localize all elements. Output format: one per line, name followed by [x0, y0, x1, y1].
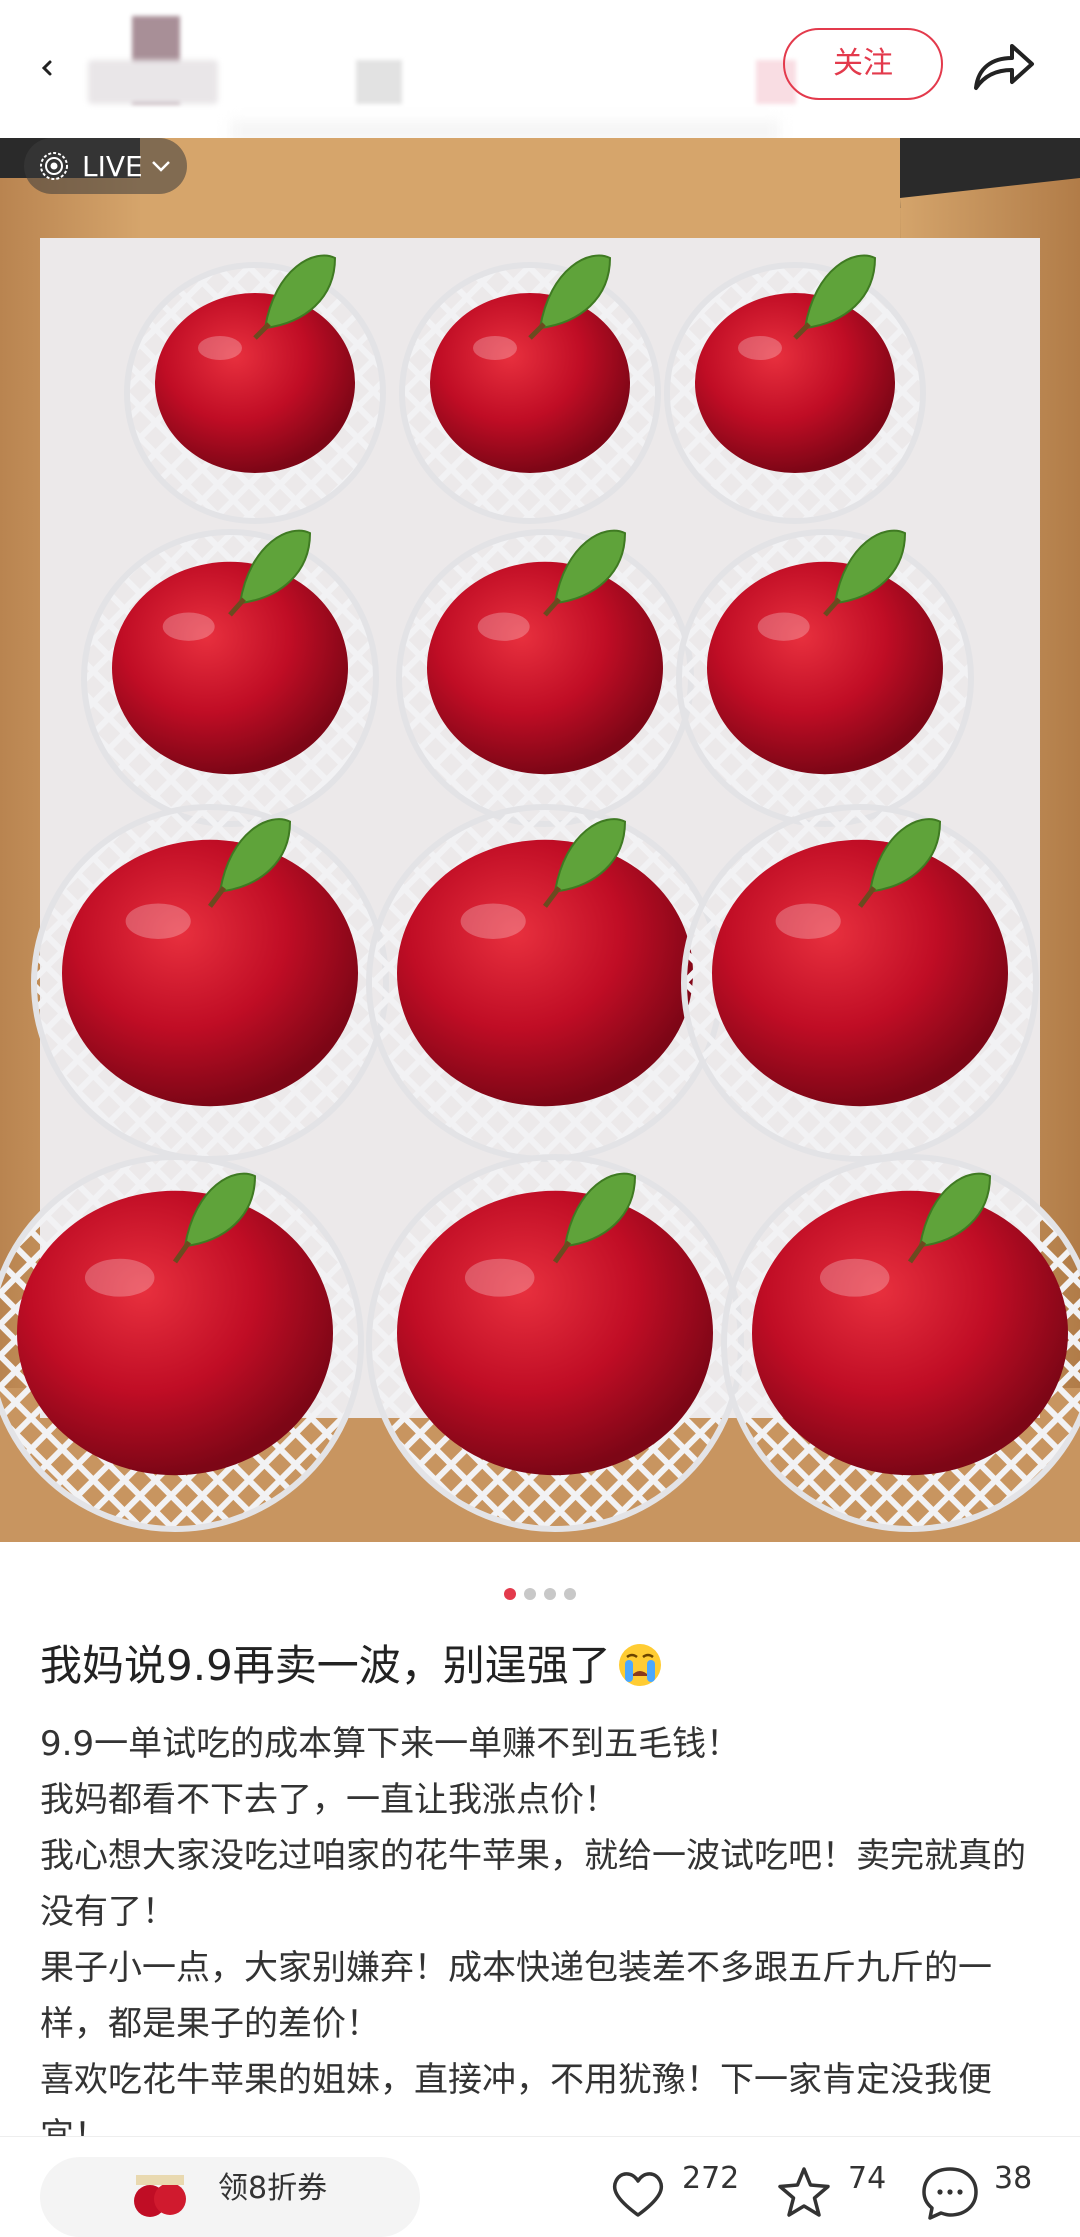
apple: [707, 561, 943, 775]
comment-bubble-icon: [922, 2167, 978, 2220]
top-nav-bar: 关注: [0, 0, 1080, 142]
apple-highlight: [460, 903, 526, 939]
apple: [397, 1190, 713, 1476]
apple-highlight: [125, 903, 191, 939]
apple-highlight: [473, 336, 517, 360]
apple-highlight: [819, 1258, 890, 1297]
apple-highlight: [775, 903, 841, 939]
heart-icon: [612, 2172, 664, 2217]
pager-dot: [544, 1588, 556, 1600]
redacted-block: [356, 60, 402, 104]
post-body-paragraph: 9.9一单试吃的成本算下来一单赚不到五毛钱！: [40, 1724, 741, 1764]
apple-highlight: [464, 1258, 535, 1297]
apple: [397, 839, 693, 1107]
apple: [17, 1190, 333, 1476]
apple-highlight: [738, 336, 782, 360]
chevron-left-icon[interactable]: [28, 48, 68, 88]
coupon-button[interactable]: 领8折券: [40, 2157, 420, 2237]
apple-highlight: [162, 612, 215, 641]
like-button[interactable]: 272: [606, 2161, 739, 2221]
apple: [155, 293, 355, 473]
share-arrow-icon[interactable]: [968, 34, 1038, 96]
live-icon: [40, 152, 68, 180]
apple-highlight: [198, 336, 242, 360]
post-photo[interactable]: LIVE: [0, 138, 1080, 1542]
collect-button[interactable]: 74: [772, 2161, 886, 2221]
post-body-paragraph: 我妈都看不下去了，一直让我涨点价！: [40, 1780, 618, 1820]
apple: [430, 293, 630, 473]
post-body: 9.9一单试吃的成本算下来一单赚不到五毛钱！ 我妈都看不下去了，一直让我涨点价！…: [40, 1716, 1050, 2136]
apple: [712, 839, 1008, 1107]
apple-highlight: [757, 612, 810, 641]
coupon-label: 领8折券: [218, 2171, 328, 2206]
apple: [112, 561, 348, 775]
pager-dot: [504, 1588, 516, 1600]
comment-count: 38: [994, 2161, 1033, 2196]
live-photo-badge[interactable]: LIVE: [24, 138, 187, 194]
apple-product-thumbnail: [134, 2175, 186, 2217]
collect-count: 74: [848, 2161, 887, 2196]
bottom-action-bar: 领8折券 272 74 38: [0, 2136, 1080, 2237]
apple: [62, 839, 358, 1107]
chevron-down-icon: [151, 161, 170, 172]
star-icon: [778, 2167, 830, 2217]
apple: [752, 1190, 1068, 1476]
pager-dot: [564, 1588, 576, 1600]
apple-highlight: [84, 1258, 155, 1297]
post-body-paragraph: 果子小一点，大家别嫌弃！成本快递包装差不多跟五斤九斤的一样，都是果子的差价！: [40, 1948, 992, 2044]
apple: [427, 561, 663, 775]
post-title: 我妈说9.9再卖一波，别逞强了: [40, 1636, 663, 1696]
apple-box-image: [0, 138, 1080, 1542]
pager-dot: [524, 1588, 536, 1600]
author-name-redacted[interactable]: [88, 60, 218, 104]
post-body-paragraph: 喜欢吃花牛苹果的姐妹，直接冲，不用犹豫！下一家肯定没我便宜！: [40, 2060, 992, 2136]
apple-highlight: [477, 612, 530, 641]
post-body-paragraph: 我心想大家没吃过咱家的花牛苹果，就给一波试吃吧！卖完就真的没有了！: [40, 1836, 1026, 1932]
comment-button[interactable]: 38: [918, 2161, 1032, 2221]
crying-face-emoji-icon: [618, 1644, 661, 1686]
post-title-text: 我妈说9.9再卖一波，别逞强了: [40, 1641, 611, 1690]
follow-button[interactable]: 关注: [783, 28, 943, 100]
like-count: 272: [682, 2161, 740, 2196]
image-pager: [0, 1588, 1080, 1604]
live-label: LIVE: [82, 149, 143, 183]
apple: [695, 293, 895, 473]
